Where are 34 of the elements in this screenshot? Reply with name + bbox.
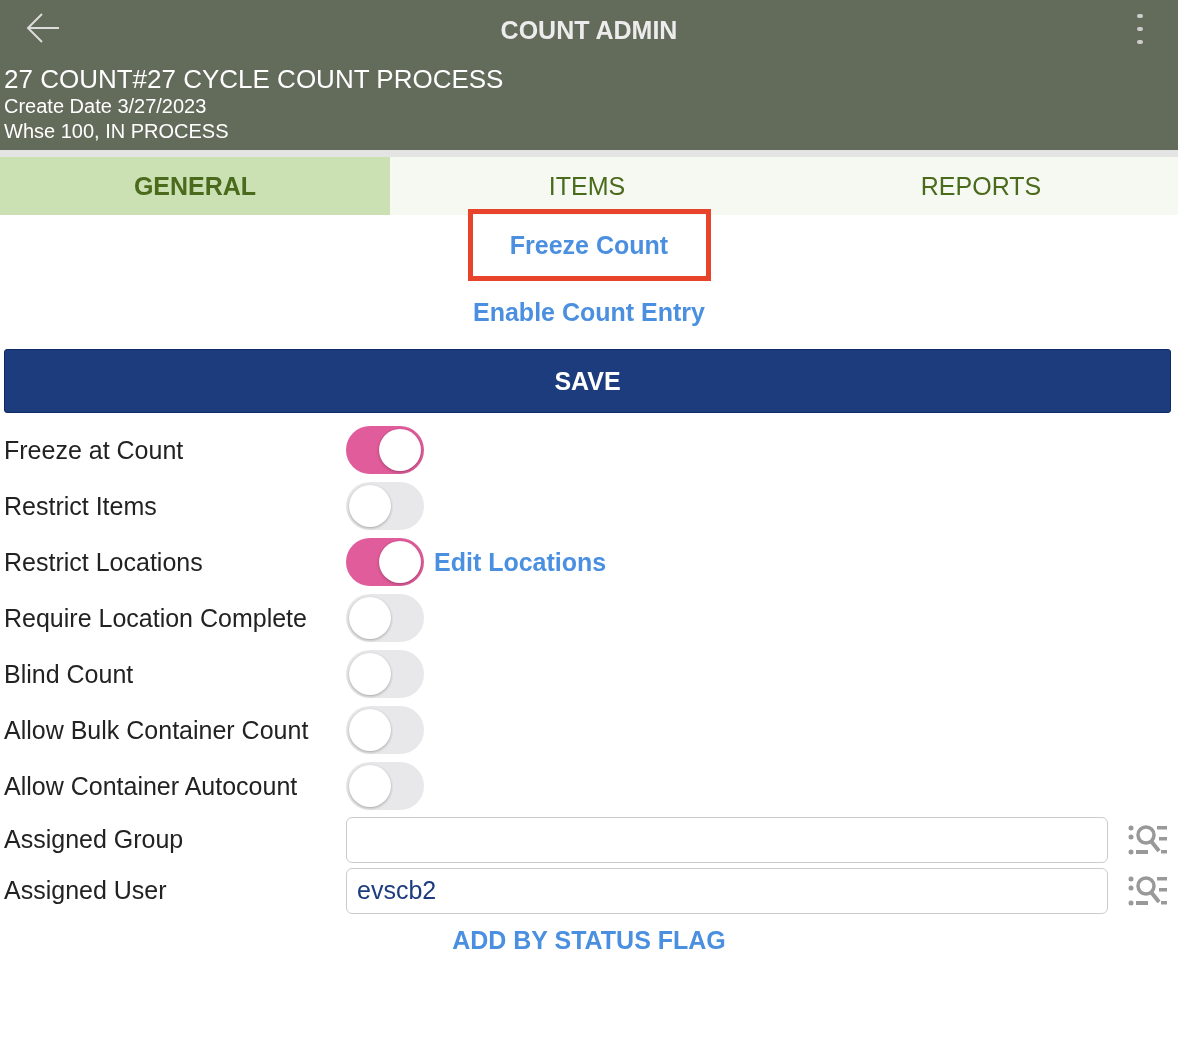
input-field[interactable]: evscb2 <box>346 867 1108 914</box>
action-link[interactable]: Freeze Count <box>467 209 711 281</box>
tab[interactable]: GENERAL <box>0 157 390 215</box>
tab[interactable]: ITEMS <box>390 157 784 215</box>
tab[interactable]: REPORTS <box>784 157 1178 215</box>
setting-label: Freeze at Count <box>3 435 185 465</box>
setting-label: Assigned User <box>3 876 168 905</box>
add-by-status-flag-link[interactable]: ADD BY STATUS FLAG <box>452 926 726 955</box>
more-menu-icon[interactable] <box>1136 12 1144 46</box>
action-link[interactable]: Enable Count Entry <box>464 287 714 349</box>
toggle-switch[interactable] <box>346 482 424 530</box>
setting-label: Restrict Items <box>3 491 158 521</box>
toggle-switch[interactable] <box>346 594 424 642</box>
count-heading: 27 COUNT#27 CYCLE COUNT PROCESS <box>4 64 505 94</box>
setting-label: Assigned Group <box>3 825 185 854</box>
toggle-switch[interactable] <box>346 426 424 474</box>
toggle-switch[interactable] <box>346 650 424 698</box>
edit-locations-link[interactable]: Edit Locations <box>434 547 607 577</box>
screen-title: COUNT ADMIN <box>500 15 678 45</box>
input-field[interactable] <box>346 816 1108 863</box>
toggle-switch[interactable] <box>346 538 424 586</box>
back-arrow-icon[interactable] <box>26 12 60 44</box>
count-detail: Create Date 3/27/2023 <box>4 94 208 119</box>
search-list-icon[interactable] <box>1128 822 1168 857</box>
setting-label: Allow Container Autocount <box>3 771 299 801</box>
save-button[interactable]: SAVE <box>4 349 1171 413</box>
count-detail: Whse 100, IN PROCESS <box>4 119 230 144</box>
search-list-icon[interactable] <box>1128 873 1168 908</box>
setting-label: Restrict Locations <box>3 547 204 577</box>
setting-label: Blind Count <box>3 659 135 689</box>
setting-label: Allow Bulk Container Count <box>3 715 310 745</box>
setting-label: Require Location Complete <box>3 603 308 633</box>
toggle-switch[interactable] <box>346 706 424 754</box>
toggle-switch[interactable] <box>346 762 424 810</box>
